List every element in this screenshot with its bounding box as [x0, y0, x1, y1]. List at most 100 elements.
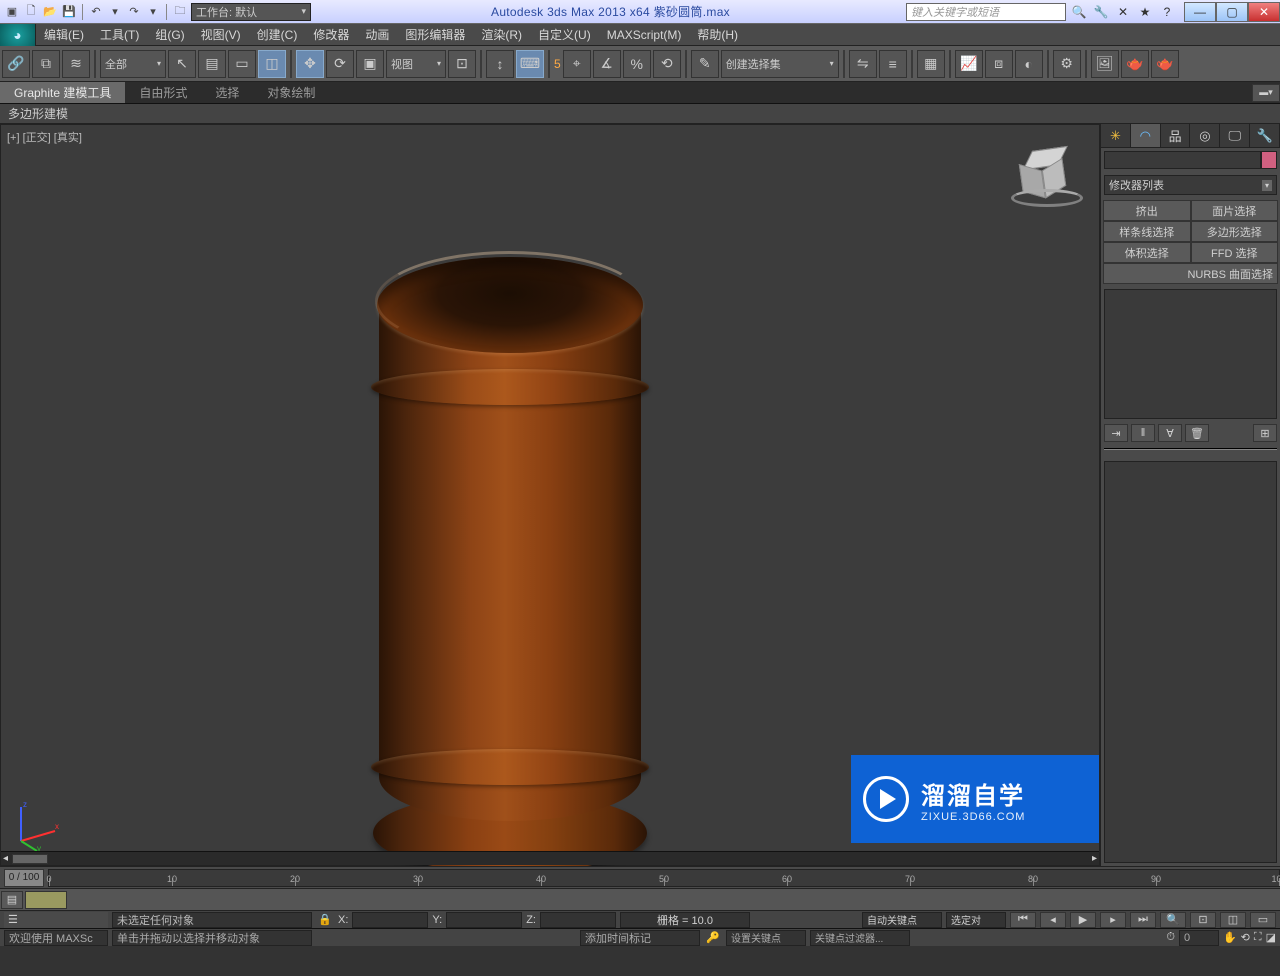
scrollbar-thumb[interactable] — [12, 854, 48, 864]
tab-utilities-icon[interactable]: 🔧 — [1250, 124, 1280, 147]
tab-hierarchy-icon[interactable]: 品 — [1161, 124, 1191, 147]
snap-toggle-icon[interactable]: ⌖ — [563, 50, 591, 78]
tab-graphite-tools[interactable]: Graphite 建模工具 — [0, 82, 125, 103]
y-input[interactable] — [446, 912, 522, 928]
application-menu-icon[interactable]: ▣ — [4, 4, 20, 20]
redo-icon[interactable]: ↷ — [126, 4, 142, 20]
nav-zoom-icon[interactable]: 🔍 — [1160, 912, 1186, 928]
mod-btn-ffd-select[interactable]: FFD 选择 — [1191, 242, 1279, 263]
time-slider-thumb[interactable]: 0 / 100 — [4, 869, 44, 887]
scale-icon[interactable]: ▣ — [356, 50, 384, 78]
pivot-center-icon[interactable]: ⊡ — [448, 50, 476, 78]
window-crossing-icon[interactable]: ◫ — [258, 50, 286, 78]
nav-corner-icon[interactable]: ◪ — [1266, 931, 1276, 944]
minimize-button[interactable]: — — [1184, 2, 1216, 22]
material-editor-icon[interactable]: ◐ — [1015, 50, 1043, 78]
mod-btn-poly-select[interactable]: 多边形选择 — [1191, 221, 1279, 242]
ribbon-panel-title[interactable]: 多边形建模 — [0, 104, 1280, 124]
select-by-name-icon[interactable]: ▤ — [198, 50, 226, 78]
object-color-swatch[interactable] — [1261, 151, 1277, 169]
play-next-icon[interactable]: ▸ — [1100, 912, 1126, 928]
redo-dropdown-icon[interactable]: ▾ — [145, 4, 161, 20]
percent-snap-icon[interactable]: % — [623, 50, 651, 78]
rotate-icon[interactable]: ⟳ — [326, 50, 354, 78]
ribbon-collapse-button[interactable]: ▬▾ — [1252, 84, 1280, 102]
layer-manager-icon[interactable]: ▦ — [917, 50, 945, 78]
select-region-rect-icon[interactable]: ▭ — [228, 50, 256, 78]
play-prev-icon[interactable]: ◂ — [1040, 912, 1066, 928]
menu-rendering[interactable]: 渲染(R) — [473, 24, 530, 45]
render-production-icon[interactable]: 🫖 — [1121, 50, 1149, 78]
x-input[interactable] — [352, 912, 428, 928]
viewcube[interactable] — [1011, 141, 1083, 213]
scroll-left-icon[interactable]: ◂ — [3, 853, 8, 864]
render-setup-icon[interactable]: ⚙ — [1053, 50, 1081, 78]
help-icon[interactable]: ? — [1158, 3, 1176, 21]
nav-zoom-all-icon[interactable]: ⊡ — [1190, 912, 1216, 928]
mod-btn-vol-select[interactable]: 体积选择 — [1103, 242, 1191, 263]
viewport[interactable]: [+] [正交] [真实] z x y ◂ — [0, 124, 1100, 866]
menu-maxscript[interactable]: MAXScript(M) — [599, 24, 690, 45]
viewport-scrollbar-horizontal[interactable]: ◂ ▸ — [1, 851, 1099, 865]
configure-sets-icon[interactable]: ⊞ — [1253, 424, 1277, 442]
menu-create[interactable]: 创建(C) — [249, 24, 306, 45]
mod-btn-extrude[interactable]: 挤出 — [1103, 200, 1191, 221]
project-folder-icon[interactable]: 🗀 — [172, 4, 188, 20]
key-filters-button[interactable]: 关键点过滤器... — [810, 930, 910, 946]
mod-btn-nurbs-select[interactable]: NURBS 曲面选择 — [1103, 263, 1278, 284]
mod-btn-spline-select[interactable]: 样条线选择 — [1103, 221, 1191, 242]
ref-coord-dropdown[interactable]: 视图 — [386, 50, 446, 78]
curve-editor-icon[interactable]: 📈 — [955, 50, 983, 78]
subscription-icon[interactable]: 🔧 — [1092, 3, 1110, 21]
bind-spacewarp-icon[interactable]: ≋ — [62, 50, 90, 78]
make-unique-icon[interactable]: ∀ — [1158, 424, 1182, 442]
edit-named-sel-icon[interactable]: ✎ — [691, 50, 719, 78]
menu-help[interactable]: 帮助(H) — [689, 24, 746, 45]
manipulate-icon[interactable]: ↕ — [486, 50, 514, 78]
menu-grapheditors[interactable]: 图形编辑器 — [397, 24, 473, 45]
close-button[interactable]: ✕ — [1248, 2, 1280, 22]
save-file-icon[interactable]: 💾 — [61, 4, 77, 20]
current-frame-input[interactable]: 0 — [1179, 930, 1219, 946]
nav-orbit-icon[interactable]: ⟲ — [1241, 931, 1250, 944]
render-last-icon[interactable]: 🫖 — [1151, 50, 1179, 78]
search-input[interactable]: 键入关键字或短语 — [906, 3, 1066, 21]
menu-customize[interactable]: 自定义(U) — [530, 24, 599, 45]
nav-region-icon[interactable]: ▭ — [1250, 912, 1276, 928]
object-name-input[interactable] — [1104, 151, 1261, 169]
align-icon[interactable]: ≡ — [879, 50, 907, 78]
nav-maximize-icon[interactable]: ⛶ — [1254, 931, 1262, 944]
tab-modify-icon[interactable]: ◠ — [1131, 124, 1161, 147]
selected-filter[interactable]: 选定对 — [946, 912, 1006, 928]
nav-fov-icon[interactable]: ◫ — [1220, 912, 1246, 928]
time-config-icon[interactable]: ⏱ — [1166, 931, 1175, 944]
open-file-icon[interactable]: 📂 — [42, 4, 58, 20]
viewport-label[interactable]: [+] [正交] [真实] — [7, 129, 82, 145]
undo-icon[interactable]: ↶ — [88, 4, 104, 20]
menu-edit[interactable]: 编辑(E) — [36, 24, 92, 45]
link-icon[interactable]: 🔗 — [2, 50, 30, 78]
spinner-snap-icon[interactable]: ⟲ — [653, 50, 681, 78]
show-end-result-icon[interactable]: ‖ — [1131, 424, 1155, 442]
menu-group[interactable]: 组(G) — [147, 24, 192, 45]
selection-filter-dropdown[interactable]: 全部 — [100, 50, 166, 78]
modifier-list-dropdown[interactable]: 修改器列表 — [1104, 175, 1277, 195]
trackbar-toggle-icon[interactable]: ▤ — [1, 891, 23, 909]
render-frame-icon[interactable]: 🖼 — [1091, 50, 1119, 78]
key-icon[interactable]: 🔑 — [704, 931, 722, 944]
modifier-stack[interactable] — [1104, 289, 1277, 419]
workspace-dropdown[interactable]: 工作台: 默认 — [191, 3, 311, 21]
remove-modifier-icon[interactable]: 🗑 — [1185, 424, 1209, 442]
search-icon[interactable]: 🔍 — [1070, 3, 1088, 21]
z-input[interactable] — [540, 912, 616, 928]
exchange-icon[interactable]: ✕ — [1114, 3, 1132, 21]
time-ruler[interactable]: 0102030405060708090100 — [48, 869, 1280, 887]
angle-snap-icon[interactable]: ∡ — [593, 50, 621, 78]
menu-tools[interactable]: 工具(T) — [92, 24, 147, 45]
play-icon[interactable]: ▶ — [1070, 912, 1096, 928]
named-selection-dropdown[interactable]: 创建选择集 — [721, 50, 839, 78]
maximize-button[interactable]: ▢ — [1216, 2, 1248, 22]
play-start-icon[interactable]: ⏮ — [1010, 912, 1036, 928]
autokey-button[interactable]: 自动关键点 — [862, 912, 942, 928]
select-object-icon[interactable]: ↖ — [168, 50, 196, 78]
